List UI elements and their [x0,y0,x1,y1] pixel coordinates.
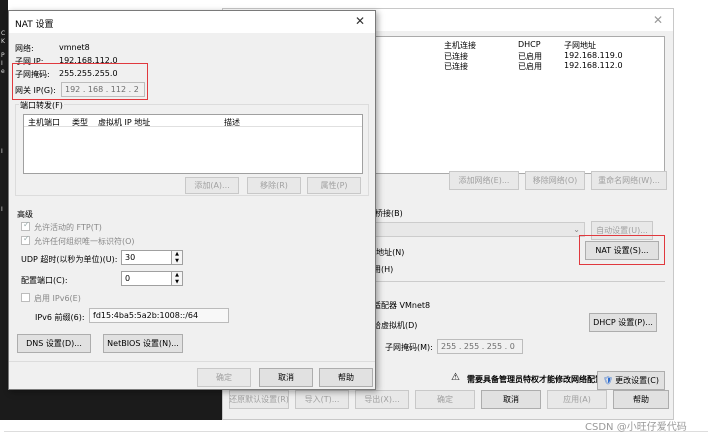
allow-ftp-label: 允许活动的 FTP(T) [34,223,102,232]
nat-dialog-titlebar: NAT 设置 ✕ [9,11,375,33]
help-button[interactable]: 帮助 [613,390,669,409]
col-header-desc[interactable]: 描述 [224,117,240,128]
remove-network-button[interactable]: 移除网络(O) [525,171,585,190]
nat-settings-dialog: NAT 设置 ✕ 网络: vmnet8 子网 IP: 192.168.112.0… [8,10,376,390]
check-icon: ✓ [23,220,30,229]
divider [373,281,665,282]
col-header-type[interactable]: 类型 [72,117,88,128]
table-row[interactable]: 已连接 已启用 192.168.119.0 [374,51,664,61]
allow-oui-checkbox[interactable]: ✓ [21,234,30,245]
port-forward-header: 主机端口 类型 虚拟机 IP 地址 描述 [24,115,362,127]
adapter-label: 适配器 VMnet8 [373,301,431,310]
enable-ipv6-checkbox[interactable] [21,293,30,302]
gateway-highlight [12,63,148,100]
port-properties-button[interactable]: 属性(P) [307,177,361,194]
add-network-button[interactable]: 添加网络(E)... [449,171,519,190]
restore-defaults-button[interactable]: 还原默认设置(R) [229,390,289,409]
network-label: 网络: [15,44,34,53]
spin-down-icon: ▼ [175,278,179,285]
bridge-adapter-select[interactable]: ⌄ [375,222,585,237]
remove-port-button[interactable]: 移除(R) [247,177,301,194]
chevron-down-icon: ⌄ [573,225,580,234]
subnet-mask-field[interactable]: 255 . 255 . 255 . 0 [437,339,523,354]
network-value: vmnet8 [59,43,90,52]
allow-ftp-checkbox[interactable]: ✓ [21,220,30,231]
col-header-dhcp[interactable]: DHCP [518,40,541,49]
col-header-vm-ip[interactable]: 虚拟机 IP 地址 [98,117,150,128]
col-header-host[interactable]: 主机连接 [444,40,476,51]
apply-button[interactable]: 应用(A) [547,390,607,409]
nat-ok-button[interactable]: 确定 [197,368,251,387]
change-settings-button[interactable]: 🛡 更改设置(C) [597,371,665,390]
spin-up-icon: ▲ [175,272,179,279]
ok-button[interactable]: 确定 [415,390,475,409]
check-icon: ✓ [23,234,30,243]
background-desktop-bottom [0,390,225,420]
host-only-label: 用(H) [373,265,394,274]
ipv6-prefix-field[interactable]: fd15:4ba5:5a2b:1008::/64 [89,308,229,323]
editor-close-icon[interactable]: ✕ [653,13,663,27]
netbios-settings-button[interactable]: NetBIOS 设置(N)... [103,334,183,353]
rename-network-button[interactable]: 重命名网络(W)... [591,171,667,190]
col-header-subnet[interactable]: 子网地址 [564,40,596,51]
subnet-mask-label: 子网掩码(M): [385,343,433,352]
divider [9,361,375,362]
nat-mode-label: (地址(N) [373,248,405,257]
export-button[interactable]: 导出(X)... [355,390,409,409]
bridged-mode-label: 桥接(B) [375,209,403,218]
close-icon[interactable]: ✕ [355,14,365,28]
nat-dialog-title: NAT 设置 [15,20,54,30]
enable-ipv6-label: 启用 IPv6(E) [34,294,81,303]
left-edge-text: C K P I e I I [1,30,6,213]
watermark-text: CSDN @小旺仔爱代码 [585,422,687,433]
import-button[interactable]: 导入(T)... [295,390,349,409]
warning-icon: ⚠ [451,372,460,383]
config-port-spinner[interactable]: ▲ ▼ [171,271,183,286]
spin-up-icon: ▲ [175,251,179,258]
port-forward-label: 端口转发(F) [19,100,64,111]
dns-settings-button[interactable]: DNS 设置(D)... [17,334,91,353]
dhcp-settings-button[interactable]: DHCP 设置(P)... [589,313,657,332]
admin-warning-text: 需要具备管理员特权才能修改网络配置。 [467,375,611,384]
network-table: 主机连接 DHCP 子网地址 已连接 已启用 192.168.119.0 已连接… [373,36,665,174]
table-row[interactable]: 已连接 已启用 192.168.112.0 [374,61,664,71]
ipv6-prefix-label: IPv6 前缀(6): [35,313,85,322]
udp-timeout-label: UDP 超时(以秒为单位)(U): [21,255,118,264]
nat-settings-highlight [579,235,665,265]
dhcp-vm-label: 给虚拟机(D) [373,321,418,330]
spin-down-icon: ▼ [175,257,179,264]
allow-oui-label: 允许任何组织唯一标识符(O) [34,237,135,246]
nat-cancel-button[interactable]: 取消 [259,368,313,387]
add-port-button[interactable]: 添加(A)... [185,177,239,194]
config-port-label: 配置端口(C): [21,276,68,285]
cancel-button[interactable]: 取消 [481,390,541,409]
udp-timeout-spinner[interactable]: ▲ ▼ [171,250,183,265]
shield-icon: 🛡 [603,376,614,385]
port-forward-table[interactable]: 主机端口 类型 虚拟机 IP 地址 描述 [23,114,363,174]
nat-help-button[interactable]: 帮助 [319,368,373,387]
advanced-label: 高级 [17,210,33,219]
col-header-host-port[interactable]: 主机端口 [28,117,60,128]
